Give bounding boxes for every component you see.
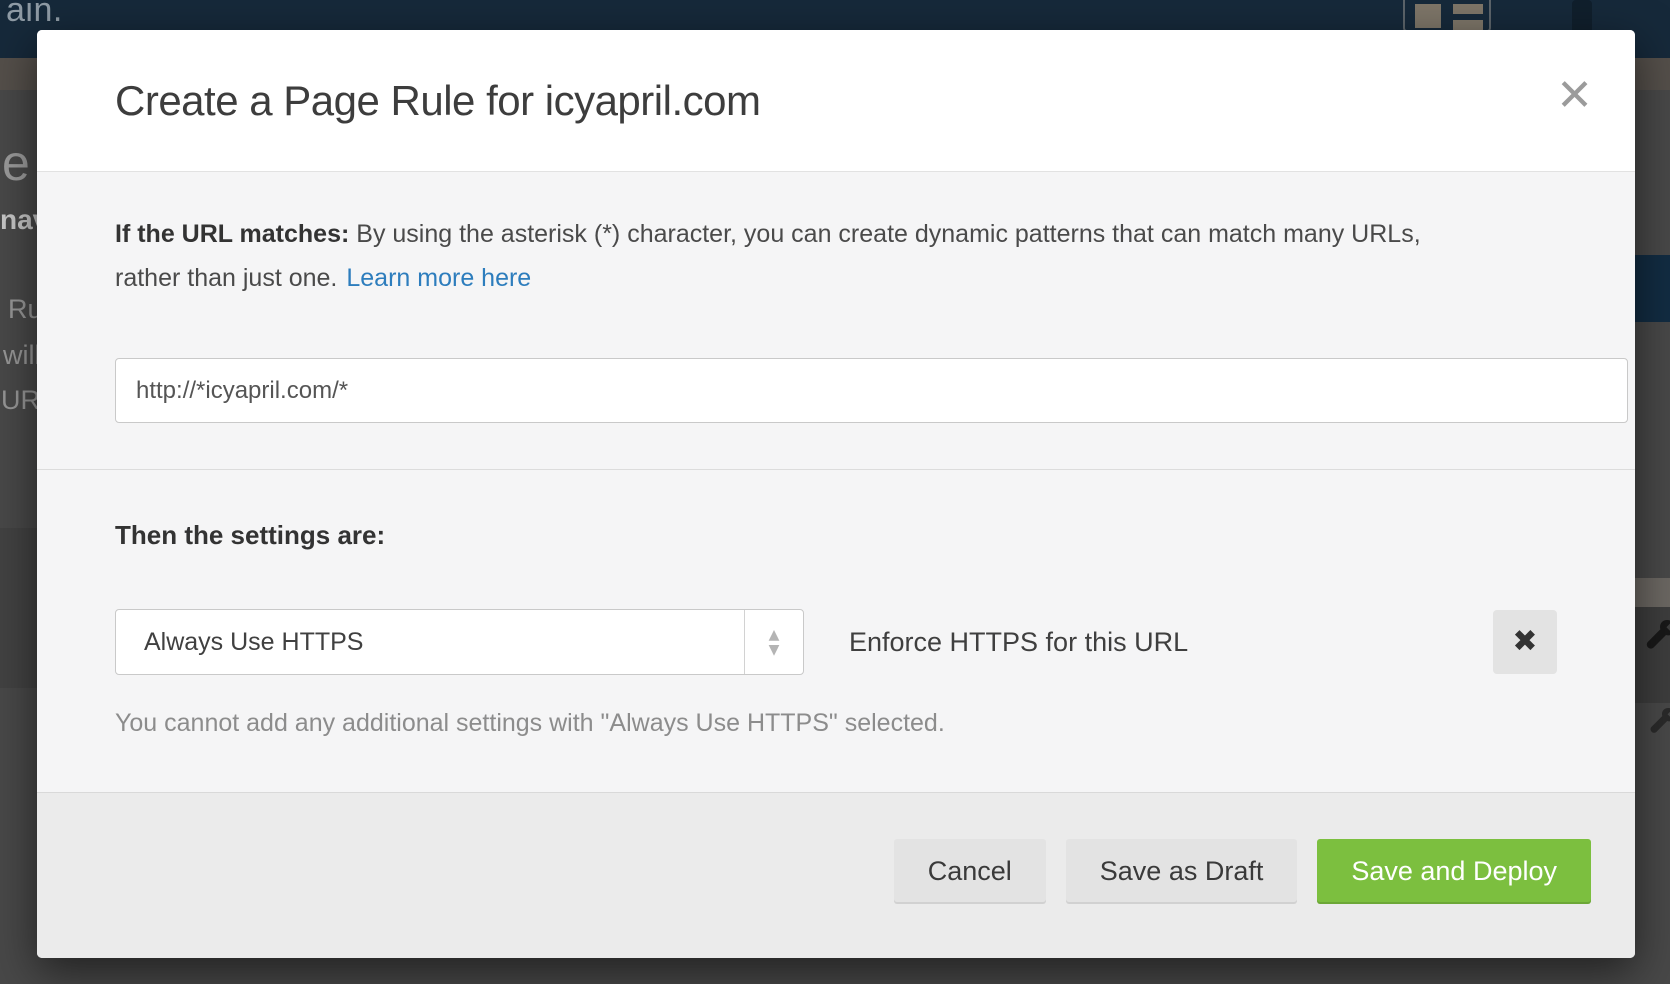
select-stepper-icon[interactable]: ▲ ▼ — [744, 610, 803, 674]
grid-view-icon-bar — [1453, 4, 1483, 14]
background-text-fragment: UR — [1, 385, 40, 416]
url-match-description: If the URL matches: By using the asteris… — [115, 212, 1455, 300]
settings-note: You cannot add any additional settings w… — [115, 705, 1557, 741]
wrench-icon — [1645, 618, 1670, 652]
save-as-draft-button[interactable]: Save as Draft — [1066, 839, 1298, 904]
background-text-fragment: will — [3, 340, 41, 371]
page-rule-modal: Create a Page Rule for icyapril.com ✕ If… — [37, 30, 1635, 958]
wrench-icon — [1649, 706, 1670, 736]
chevron-up-icon: ▲ — [769, 629, 780, 641]
close-icon[interactable]: ✕ — [1556, 74, 1593, 118]
setting-description: Enforce HTTPS for this URL — [849, 627, 1188, 658]
section-divider — [37, 469, 1635, 470]
setting-select-value: Always Use HTTPS — [144, 628, 363, 657]
setting-select[interactable]: Always Use HTTPS ▲ ▼ — [115, 609, 804, 675]
save-and-deploy-button[interactable]: Save and Deploy — [1317, 839, 1591, 904]
settings-heading: Then the settings are: — [115, 520, 1557, 550]
grid-view-icon — [1403, 0, 1491, 32]
modal-header: Create a Page Rule for icyapril.com ✕ — [37, 30, 1635, 172]
grid-view-icon-bar — [1453, 20, 1483, 30]
modal-footer: Cancel Save as Draft Save and Deploy — [37, 792, 1635, 958]
background-table-edge — [0, 528, 37, 688]
chevron-down-icon: ▼ — [769, 644, 780, 656]
remove-setting-button[interactable]: ✖ — [1493, 610, 1557, 674]
settings-row: Always Use HTTPS ▲ ▼ Enforce HTTPS for t… — [115, 609, 1557, 675]
page-title: Create a Page Rule for icyapril.com — [115, 77, 760, 125]
background-text-fragment: e — [2, 134, 30, 192]
background-row-edge — [1635, 578, 1670, 607]
cancel-button[interactable]: Cancel — [894, 839, 1046, 904]
grid-view-icon-square — [1415, 4, 1441, 28]
remove-icon: ✖ — [1512, 627, 1537, 657]
background-button-remnant — [1635, 255, 1670, 322]
background-topbar-text: ain. — [6, 0, 63, 30]
learn-more-link[interactable]: Learn more here — [346, 264, 531, 292]
url-match-label: If the URL matches: — [115, 220, 349, 248]
url-pattern-input[interactable] — [115, 358, 1628, 423]
